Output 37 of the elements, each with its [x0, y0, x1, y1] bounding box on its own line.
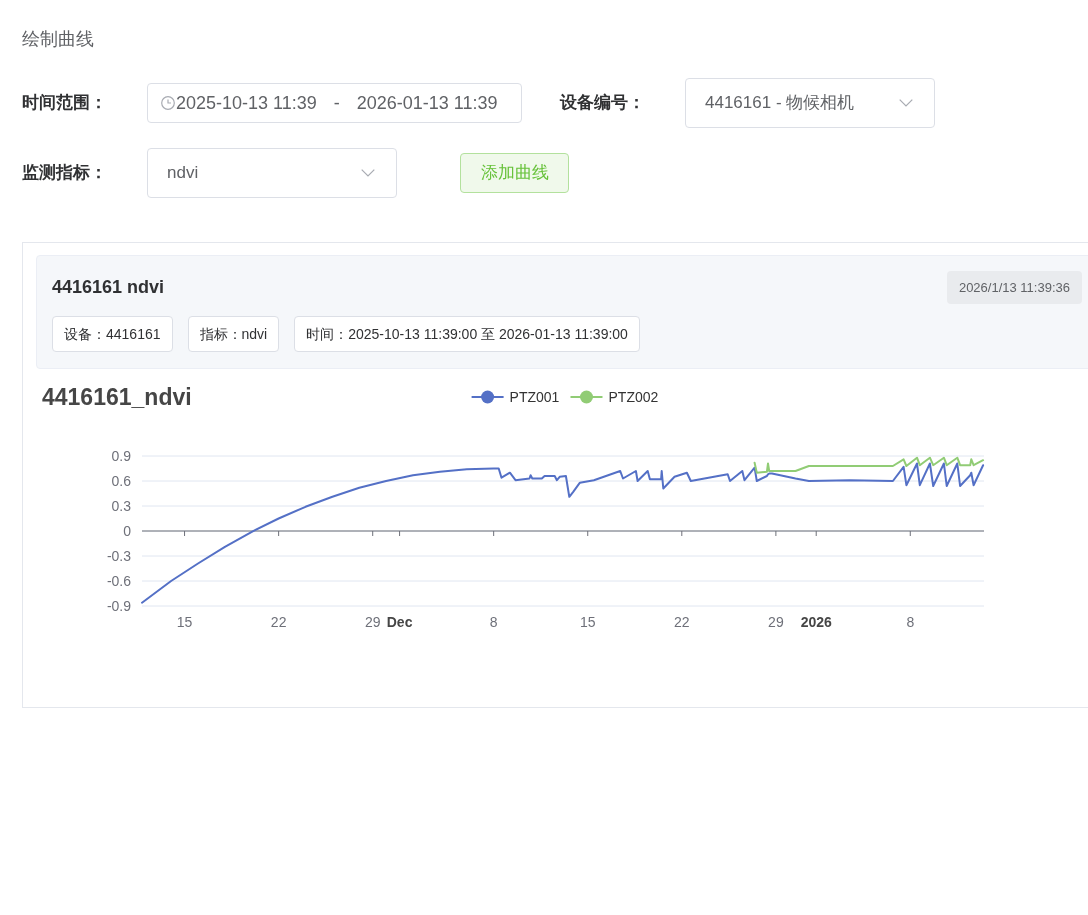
axis-label: 15	[176, 614, 193, 630]
axis-label: 0.6	[111, 473, 131, 489]
field-label: 时间范围：	[22, 93, 107, 113]
page-title: 绘制曲线	[22, 28, 94, 50]
axis-label: 0.3	[111, 498, 131, 514]
axis-label: 29	[768, 614, 784, 630]
date-range-field[interactable]: 2025-10-13 11:39 - 2026-01-13 11:39	[147, 83, 522, 123]
axis-label: 8	[489, 614, 498, 630]
curve-title: 4416161 ndvi	[52, 276, 165, 299]
axis-label: -0.3	[106, 548, 131, 564]
axis-label: 22	[674, 614, 690, 630]
field-label: 监测指标：	[22, 163, 107, 183]
select-field[interactable]: 4416161 - 物候相机	[685, 78, 935, 128]
axis-label: 15	[579, 614, 596, 630]
info-tag: 时间：2025-10-13 11:39:00 至 2026-01-13 11:39:00	[294, 316, 640, 352]
field-label: 设备编号：	[560, 93, 645, 113]
info-tag: 指标：ndvi	[187, 316, 280, 352]
axis-label: 22	[270, 614, 287, 630]
legend-item[interactable]: PTZ002	[569, 389, 659, 405]
axis-label: -0.6	[106, 573, 131, 589]
legend-label: PTZ001	[509, 389, 560, 405]
chart-title: 4416161_ndvi	[42, 384, 192, 410]
legend-label: PTZ002	[608, 389, 659, 405]
info-tag: 设备：4416161	[52, 316, 173, 352]
chevron-down-icon	[899, 99, 913, 107]
axis-label: Dec	[386, 614, 413, 630]
select-field[interactable]: ndvi	[147, 148, 397, 198]
legend-item[interactable]: PTZ001	[470, 389, 560, 405]
chevron-down-icon	[361, 169, 375, 177]
timestamp-badge: 2026/1/13 11:39:36	[946, 271, 1082, 304]
axis-label: 2026	[800, 614, 832, 630]
clock-icon	[161, 96, 175, 110]
axis-label: 0.9	[111, 448, 131, 464]
axis-label: 0	[123, 523, 131, 539]
axis-label: -0.9	[106, 598, 131, 614]
axis-label: 8	[906, 614, 915, 630]
axis-label: 29	[364, 614, 381, 630]
